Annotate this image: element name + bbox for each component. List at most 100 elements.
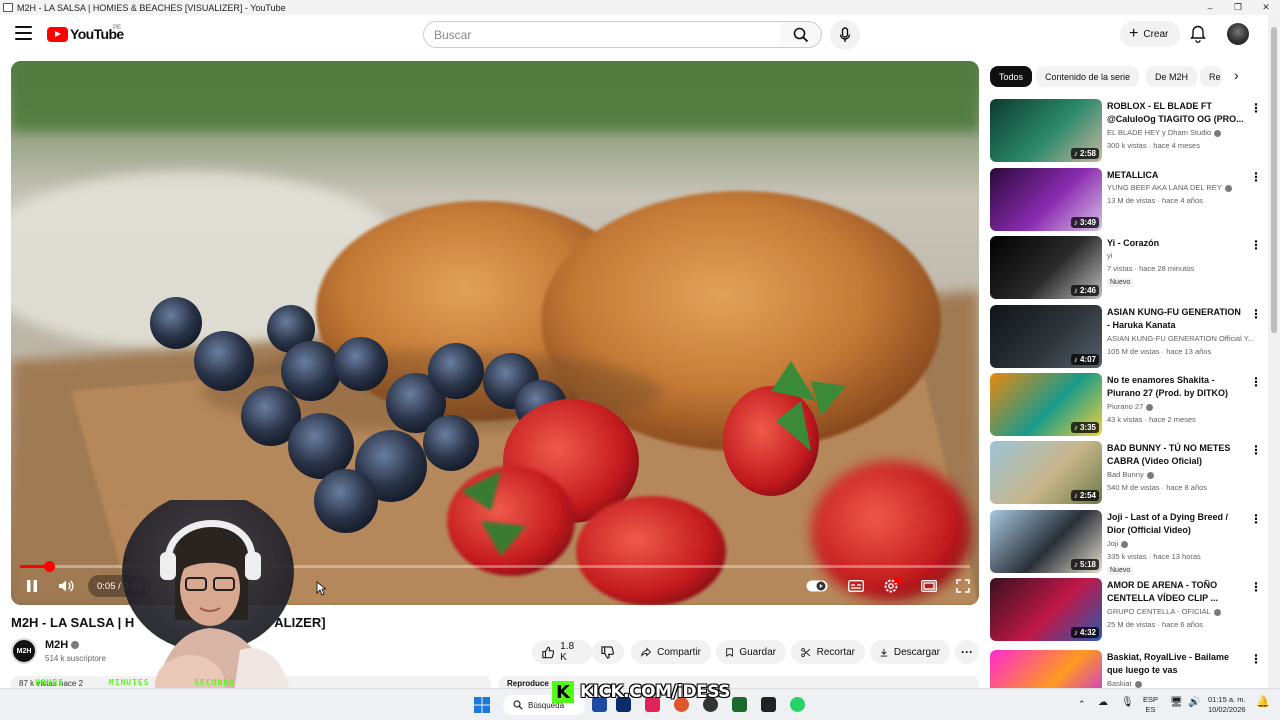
page-scrollbar[interactable] — [1268, 15, 1280, 688]
notifications-bell-icon[interactable] — [1190, 25, 1206, 43]
video-title[interactable]: Baskiat, RoyalLive - Bailame que luego t… — [1107, 651, 1245, 677]
tray-mic-icon[interactable]: 🎙 — [1121, 698, 1134, 708]
video-meta: 13 M de vistas · hace 4 años — [1107, 196, 1203, 205]
restore-button[interactable]: ❐ — [1224, 2, 1252, 13]
more-vert-icon[interactable]: ⋮ — [1250, 170, 1262, 184]
recommended-video[interactable]: ♪ 4:32 AMOR DE ARENA - TOÑO CENTELLA VÍDE… — [990, 578, 1262, 642]
channel-name[interactable]: YUNG BEEF AKA LANA DEL REY — [1107, 183, 1255, 192]
tray-cloud-icon[interactable]: ☁ — [1098, 698, 1108, 708]
download-button[interactable]: Descargar — [870, 640, 950, 664]
more-vert-icon[interactable]: ⋮ — [1250, 307, 1262, 321]
video-title[interactable]: AMOR DE ARENA - TOÑO CENTELLA VÍDEO CLIP… — [1107, 579, 1245, 605]
miniplayer-icon[interactable] — [920, 580, 937, 592]
taskbar-app-icon[interactable] — [732, 697, 747, 712]
recommended-video[interactable]: ♪ 3:35 No te enamores Shakita - Piurano 2… — [990, 373, 1262, 437]
channel-name[interactable]: Piurano 27 — [1107, 402, 1255, 411]
voice-search-button[interactable] — [830, 20, 860, 50]
filter-chip[interactable]: De M2H — [1146, 66, 1198, 87]
video-thumbnail[interactable]: ♪ 2:46 — [990, 236, 1102, 299]
search-button[interactable] — [780, 21, 822, 48]
recommended-video[interactable]: ♪ 2:58 ROBLOX - EL BLADE FT @CaluloOg TIA… — [990, 99, 1262, 163]
like-count: 1.8 K — [560, 641, 575, 663]
windows-start-icon[interactable] — [474, 697, 490, 713]
channel-name[interactable]: GRUPO CENTELLA - OFICIAL — [1107, 607, 1255, 616]
window-app-icon — [3, 3, 13, 12]
taskbar-app-icon[interactable] — [761, 697, 776, 712]
channel-name[interactable]: EL BLADE HEY y Dham Studio — [1107, 128, 1255, 137]
more-actions-button[interactable]: ··· — [955, 640, 979, 664]
filter-chip[interactable]: Contenido de la serie — [1036, 66, 1140, 87]
video-title[interactable]: BAD BUNNY - TÚ NO METES CABRA (Video Ofi… — [1107, 442, 1245, 468]
more-vert-icon[interactable]: ⋮ — [1250, 443, 1262, 457]
verified-icon — [1146, 403, 1154, 411]
recommended-video[interactable]: ♪ 4:07 ASIAN KUNG-FU GENERATION - Haruka … — [990, 305, 1262, 369]
pause-button[interactable] — [21, 575, 43, 597]
more-vert-icon[interactable]: ⋮ — [1250, 512, 1262, 526]
channel-avatar[interactable]: M2H — [11, 638, 37, 664]
notification-center-icon[interactable]: 🔔 — [1256, 697, 1270, 708]
video-title[interactable]: Joji - Last of a Dying Breed / Dior (Off… — [1107, 511, 1245, 537]
channel-name[interactable]: ASIAN KUNG-FU GENERATION Official Y... — [1107, 334, 1255, 343]
language-bottom: ES — [1145, 705, 1156, 714]
verified-icon — [71, 641, 80, 650]
video-thumbnail[interactable]: ♪ 3:35 — [990, 373, 1102, 436]
video-title[interactable]: ASIAN KUNG-FU GENERATION - Haruka Kanata — [1107, 306, 1245, 332]
video-duration: ♪ 3:35 — [1070, 422, 1099, 433]
video-thumbnail[interactable]: ♪ 4:07 — [990, 305, 1102, 368]
filter-chip[interactable]: Todos — [990, 66, 1033, 87]
volume-icon — [59, 580, 74, 592]
channel-name[interactable]: M2H — [45, 639, 80, 651]
mute-button[interactable] — [55, 575, 77, 597]
seek-bar-handle[interactable] — [43, 561, 55, 572]
create-button[interactable]: + Crear — [1120, 21, 1180, 47]
video-thumbnail[interactable]: ♪ 2:58 — [990, 99, 1102, 162]
recommended-video[interactable]: ♪ 5:18 Joji - Last of a Dying Breed / Dio… — [990, 510, 1262, 575]
channel-name[interactable]: Bad Bunny — [1107, 470, 1255, 479]
recommended-video[interactable]: ♪ 2:54 BAD BUNNY - TÚ NO METES CABRA (Vid… — [990, 441, 1262, 505]
tray-overflow-icon[interactable]: ⌃ — [1078, 699, 1086, 709]
video-title[interactable]: Yi - Corazón — [1107, 237, 1245, 250]
more-vert-icon[interactable]: ⋮ — [1250, 101, 1262, 115]
minimize-button[interactable]: – — [1196, 3, 1224, 13]
save-button[interactable]: Guardar — [716, 640, 786, 664]
more-vert-icon[interactable]: ⋮ — [1250, 580, 1262, 594]
video-thumbnail[interactable]: ♪ 3:49 — [990, 168, 1102, 231]
timer-minutes-label: MINUTES — [108, 678, 150, 687]
video-thumbnail[interactable]: ♪ 2:54 — [990, 441, 1102, 504]
window-title: M2H - LA SALSA | HOMIES & BEACHES [VISUA… — [17, 2, 286, 13]
video-title[interactable]: No te enamores Shakita - Piurano 27 (Pro… — [1107, 374, 1245, 400]
volume-tray-icon[interactable]: 🔊 — [1188, 698, 1200, 708]
channel-name[interactable]: Joji — [1107, 539, 1255, 548]
video-title[interactable]: ROBLOX - EL BLADE FT @CaluloOg TIAGITO O… — [1107, 100, 1245, 126]
video-thumbnail[interactable]: ♪ 4:32 — [990, 578, 1102, 641]
search-input[interactable]: Buscar — [423, 21, 781, 48]
subtitles-icon[interactable] — [847, 580, 864, 592]
new-badge: Nuevo — [1107, 566, 1134, 575]
whatsapp-icon[interactable] — [790, 697, 805, 712]
channel-name[interactable]: Baskiat — [1107, 679, 1255, 688]
input-language[interactable]: ESP ES — [1143, 695, 1158, 715]
system-clock[interactable]: 01:15 a. m. 10/02/2026 — [1208, 695, 1246, 715]
recommended-video[interactable]: ♪ 3:49 METALLICA YUNG BEEF AKA LANA DEL RE… — [990, 168, 1262, 232]
channel-name[interactable]: yi — [1107, 251, 1255, 260]
chip-scroll-next-icon[interactable]: › — [1234, 67, 1239, 83]
like-button[interactable]: 1.8 K — [532, 640, 592, 664]
filter-chip[interactable]: Re — [1200, 66, 1222, 87]
video-title[interactable]: METALLICA — [1107, 169, 1245, 182]
dislike-button[interactable] — [592, 640, 624, 664]
more-vert-icon[interactable]: ⋮ — [1250, 375, 1262, 389]
fullscreen-icon[interactable] — [956, 579, 970, 593]
menu-icon[interactable] — [15, 26, 32, 42]
more-vert-icon[interactable]: ⋮ — [1250, 238, 1262, 252]
close-button[interactable]: ✕ — [1252, 2, 1280, 13]
account-avatar[interactable] — [1227, 23, 1249, 45]
clip-button[interactable]: Recortar — [791, 640, 865, 664]
settings-gear-icon[interactable] — [883, 578, 901, 594]
network-icon[interactable]: 🖥 — [1170, 698, 1183, 708]
share-button[interactable]: Compartir — [631, 640, 711, 664]
more-vert-icon[interactable]: ⋮ — [1250, 652, 1262, 666]
scrollbar-thumb[interactable] — [1271, 27, 1277, 333]
autoplay-toggle-icon[interactable] — [806, 580, 828, 592]
video-thumbnail[interactable]: ♪ 5:18 — [990, 510, 1102, 573]
recommended-video[interactable]: ♪ 2:46 Yi - Corazón yi 7 vistas · hace 28 m… — [990, 236, 1262, 300]
